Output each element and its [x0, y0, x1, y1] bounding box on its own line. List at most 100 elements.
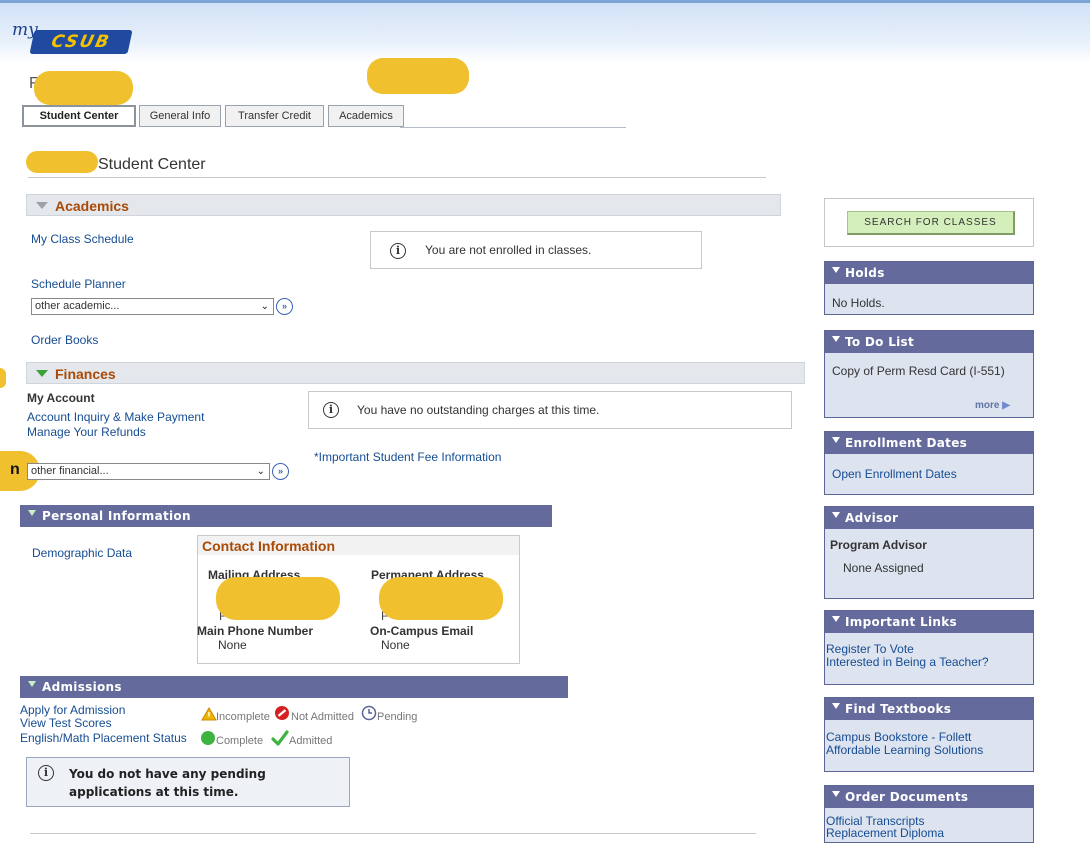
not-admitted-icon: [275, 706, 289, 720]
redacted-heading-name: [26, 151, 98, 173]
expand-triangle-icon: [832, 703, 840, 709]
checkmark-icon: [271, 730, 289, 746]
demographic-data-link[interactable]: Demographic Data: [32, 546, 132, 560]
enrollment-dates-panel: Enrollment Dates Open Enrollment Dates: [824, 431, 1034, 495]
expand-triangle-icon: [28, 510, 36, 516]
replacement-diploma-link[interactable]: Replacement Diploma: [826, 826, 944, 840]
todo-more-link[interactable]: more ▶: [975, 400, 1010, 411]
legend-incomplete: Incomplete: [216, 711, 270, 723]
order-books-link[interactable]: Order Books: [31, 333, 98, 347]
tab-student-center[interactable]: Student Center: [22, 105, 136, 127]
campus-bookstore-link[interactable]: Campus Bookstore - Follett: [826, 730, 971, 744]
expand-triangle-icon: [832, 512, 840, 518]
advisor-header[interactable]: Advisor: [825, 507, 1033, 529]
tab-academics[interactable]: Academics: [328, 105, 404, 127]
main-phone-label: Main Phone Number: [197, 624, 314, 638]
todo-item: Copy of Perm Resd Card (I-551): [832, 364, 1005, 378]
important-links-header[interactable]: Important Links: [825, 611, 1033, 633]
other-academic-value: other academic...: [35, 300, 120, 312]
expand-triangle-icon: [832, 336, 840, 342]
important-links-panel: Important Links Register To Vote Interes…: [824, 610, 1034, 685]
other-financial-select[interactable]: other financial... ⌄: [27, 463, 270, 480]
view-test-scores-link[interactable]: View Test Scores: [20, 716, 112, 730]
other-financial-value: other financial...: [31, 465, 109, 477]
enrollment-dates-title: Enrollment Dates: [845, 436, 968, 450]
redacted-name: [34, 71, 133, 105]
academics-section-header[interactable]: Academics: [26, 194, 781, 216]
financial-go-button[interactable]: »: [272, 463, 289, 480]
contact-info-title: Contact Information: [202, 538, 335, 554]
heading-divider: [28, 177, 766, 178]
legend-admitted: Admitted: [289, 735, 333, 747]
legend-not-admitted: Not Admitted: [291, 711, 354, 723]
expand-triangle-icon: [36, 370, 48, 377]
collapse-triangle-icon: [36, 202, 48, 209]
my-account-label: My Account: [27, 391, 95, 405]
find-textbooks-panel: Find Textbooks Campus Bookstore - Follet…: [824, 697, 1034, 772]
arrow-right-icon: ▶: [1002, 400, 1010, 411]
info-icon: i: [390, 243, 406, 259]
academics-title: Academics: [55, 198, 129, 214]
info-icon: i: [38, 765, 54, 781]
find-textbooks-title: Find Textbooks: [845, 702, 952, 716]
admissions-section-header[interactable]: Admissions: [20, 676, 568, 698]
advisor-title: Advisor: [845, 511, 899, 525]
on-campus-email-value: None: [381, 638, 410, 652]
manage-refunds-link[interactable]: Manage Your Refunds: [27, 425, 146, 439]
register-to-vote-link[interactable]: Register To Vote: [826, 642, 914, 656]
expand-triangle-icon: [832, 616, 840, 622]
edge-overlay-text: n: [10, 461, 20, 478]
todo-header[interactable]: To Do List: [825, 331, 1033, 353]
enrollment-notice-text: You are not enrolled in classes.: [425, 243, 592, 257]
chevron-down-icon: ⌄: [260, 301, 269, 312]
tab-rule: [400, 127, 626, 128]
chevron-down-icon: ⌄: [256, 466, 265, 477]
my-class-schedule-link[interactable]: My Class Schedule: [31, 232, 134, 246]
redacted-permanent-address: [379, 577, 503, 620]
holds-header[interactable]: Holds: [825, 262, 1033, 284]
teacher-interest-link[interactable]: Interested in Being a Teacher?: [826, 655, 989, 669]
personal-info-section-header[interactable]: Personal Information: [20, 505, 552, 527]
clock-icon: [361, 705, 377, 721]
apply-admission-link[interactable]: Apply for Admission: [20, 703, 125, 717]
account-inquiry-link[interactable]: Account Inquiry & Make Payment: [27, 410, 204, 424]
advisor-role: Program Advisor: [830, 538, 927, 552]
find-textbooks-header[interactable]: Find Textbooks: [825, 698, 1033, 720]
page-title: Student Center: [98, 156, 206, 173]
on-campus-email-label: On-Campus Email: [370, 624, 474, 638]
academic-go-button[interactable]: »: [276, 298, 293, 315]
csub-logo[interactable]: CSUB: [29, 30, 133, 54]
top-banner: [0, 0, 1090, 62]
admissions-notice-text: You do not have any pending applications…: [69, 767, 266, 799]
search-classes-panel: Search For Classes: [824, 198, 1034, 247]
affordable-learning-link[interactable]: Affordable Learning Solutions: [826, 743, 983, 757]
tab-general-info[interactable]: General Info: [139, 105, 221, 127]
personal-info-title: Personal Information: [42, 509, 191, 523]
admissions-notice-box: i You do not have any pending applicatio…: [26, 757, 350, 807]
search-for-classes-button[interactable]: Search For Classes: [847, 211, 1015, 235]
expand-triangle-icon: [832, 437, 840, 443]
important-links-title: Important Links: [845, 615, 957, 629]
placement-status-link[interactable]: English/Math Placement Status: [20, 731, 187, 745]
order-documents-header[interactable]: Order Documents: [825, 786, 1033, 808]
todo-title: To Do List: [845, 335, 915, 349]
finances-title: Finances: [55, 366, 116, 382]
order-documents-panel: Order Documents Official Transcripts Rep…: [824, 785, 1034, 843]
advisor-panel: Advisor Program Advisor None Assigned: [824, 506, 1034, 599]
bottom-divider: [30, 833, 756, 834]
admissions-title: Admissions: [42, 680, 122, 694]
charges-notice-text: You have no outstanding charges at this …: [357, 403, 600, 417]
redacted-mailing-address: [216, 577, 340, 620]
enrollment-dates-header[interactable]: Enrollment Dates: [825, 432, 1033, 454]
finances-section-header[interactable]: Finances: [26, 362, 805, 384]
order-documents-title: Order Documents: [845, 790, 969, 804]
schedule-planner-link[interactable]: Schedule Planner: [31, 277, 126, 291]
other-academic-select[interactable]: other academic... ⌄: [31, 298, 274, 315]
open-enrollment-dates-link[interactable]: Open Enrollment Dates: [832, 467, 957, 481]
todo-more-label: more: [975, 400, 1000, 411]
tab-transfer-credit[interactable]: Transfer Credit: [225, 105, 324, 127]
banner-top-strip: [0, 0, 1090, 3]
student-fee-info-link[interactable]: *Important Student Fee Information: [314, 450, 501, 464]
todo-panel: To Do List Copy of Perm Resd Card (I-551…: [824, 330, 1034, 418]
holds-title: Holds: [845, 266, 885, 280]
